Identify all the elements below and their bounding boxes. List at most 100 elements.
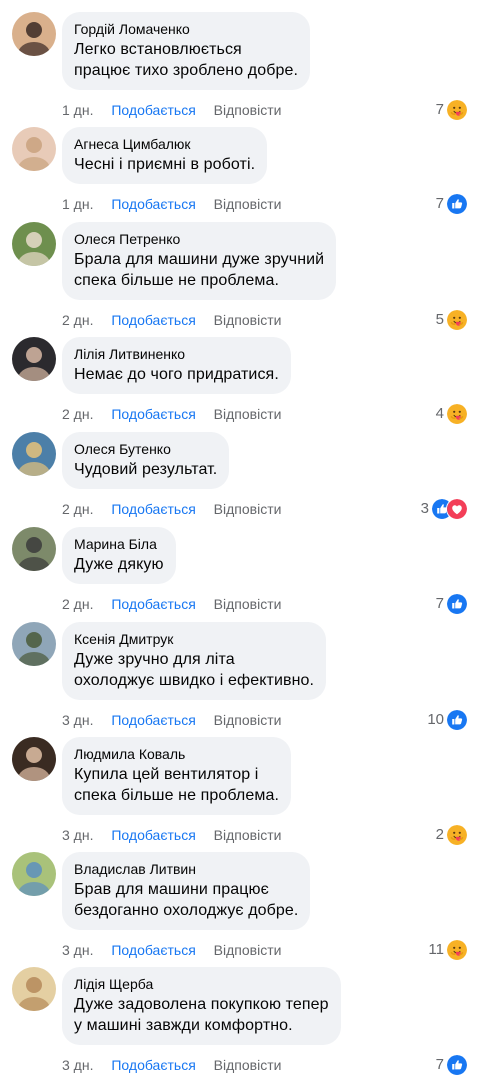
reactions-summary[interactable]: 10 [427,709,468,731]
reaction-count: 10 [427,711,444,728]
comment-time[interactable]: 3 дн. [62,825,93,845]
comment-actions: 3 дн. Подобається Відповісти [62,940,281,960]
reply-button[interactable]: Відповісти [214,499,282,519]
reactions-summary[interactable]: 7 [436,1054,468,1076]
avatar-image [12,967,56,1011]
reply-button[interactable]: Відповісти [214,710,282,730]
reactions-summary[interactable]: 7 [436,593,468,615]
comment-time[interactable]: 3 дн. [62,940,93,960]
reply-button[interactable]: Відповісти [214,1055,282,1075]
reply-button[interactable]: Відповісти [214,940,282,960]
reply-button[interactable]: Відповісти [214,100,282,120]
like-icon [446,1054,468,1076]
avatar-image [12,622,56,666]
like-button[interactable]: Подобається [111,100,195,120]
comment-actions: 2 дн. Подобається Відповісти [62,404,281,424]
comment-time[interactable]: 3 дн. [62,710,93,730]
comment-bubble: Владислав Литвин Брав для машини працює … [62,852,311,930]
like-icon [446,193,468,215]
reaction-count: 2 [435,826,444,843]
comment-bubble: Марина Біла Дуже дякую [62,527,176,584]
avatar[interactable] [12,127,56,171]
avatar[interactable] [12,432,56,476]
reply-button[interactable]: Відповісти [214,594,282,614]
reactions-summary[interactable]: 4 [436,403,468,425]
avatar[interactable] [12,852,56,896]
comment-actions: 3 дн. Подобається Відповісти [62,1055,281,1075]
comment-bubble: Агнеса Цимбалюк Чесні і приємні в роботі… [62,127,268,184]
avatar[interactable] [12,967,56,1011]
reply-button[interactable]: Відповісти [214,404,282,424]
avatar[interactable] [12,737,56,781]
comment-author[interactable]: Ксенія Дмитрук [74,630,314,648]
like-button[interactable]: Подобається [111,194,195,214]
comment-time[interactable]: 2 дн. [62,404,93,424]
comment-actions: 1 дн. Подобається Відповісти [62,194,281,214]
reaction-count: 3 [420,500,429,517]
comment-text: Чесні і приємні в роботі. [74,156,256,173]
comment-bubble: Гордій Ломаченко Легко встановлюється пр… [62,12,310,90]
comment-bubble: Лілія Литвиненко Немає до чого придратис… [62,337,291,394]
comment-author[interactable]: Людмила Коваль [74,745,279,763]
care-icon [446,99,468,121]
reaction-icons [446,709,468,731]
like-button[interactable]: Подобається [111,710,195,730]
comment-time[interactable]: 1 дн. [62,100,93,120]
comment-time[interactable]: 2 дн. [62,310,93,330]
reaction-icons [431,498,468,520]
avatar[interactable] [12,622,56,666]
like-button[interactable]: Подобається [111,1055,195,1075]
avatar[interactable] [12,527,56,571]
avatar[interactable] [12,337,56,381]
reactions-summary[interactable]: 11 [428,939,468,961]
comment-author[interactable]: Олеся Петренко [74,230,324,248]
avatar-image [12,737,56,781]
like-button[interactable]: Подобається [111,499,195,519]
comment-author[interactable]: Гордій Ломаченко [74,20,298,38]
like-button[interactable]: Подобається [111,940,195,960]
reaction-icons [446,403,468,425]
reaction-icons [446,824,468,846]
comment-time[interactable]: 3 дн. [62,1055,93,1075]
avatar-image [12,337,56,381]
reaction-count: 11 [428,941,444,958]
reactions-summary[interactable]: 2 [436,824,468,846]
care-icon [446,824,468,846]
comment-actions: 3 дн. Подобається Відповісти [62,825,281,845]
comment-time[interactable]: 2 дн. [62,594,93,614]
comment-author[interactable]: Марина Біла [74,535,164,553]
reaction-count: 7 [435,195,444,212]
reaction-count: 7 [435,595,444,612]
comment-actions: 2 дн. Подобається Відповісти [62,594,281,614]
comment-time[interactable]: 2 дн. [62,499,93,519]
like-button[interactable]: Подобається [111,404,195,424]
comment-bubble: Людмила Коваль Купила цей вентилятор і с… [62,737,291,815]
comment-bubble: Олеся Петренко Брала для машини дуже зру… [62,222,337,300]
reactions-summary[interactable]: 5 [436,309,468,331]
comment-actions: 3 дн. Подобається Відповісти [62,710,281,730]
reactions-summary[interactable]: 7 [436,99,468,121]
like-button[interactable]: Подобається [111,310,195,330]
like-button[interactable]: Подобається [111,594,195,614]
comment-text: Дуже дякую [74,556,164,573]
comment-author[interactable]: Агнеса Цимбалюк [74,135,255,153]
avatar[interactable] [12,12,56,56]
avatar-image [12,432,56,476]
reply-button[interactable]: Відповісти [214,194,282,214]
comment-bubble: Ксенія Дмитрук Дуже зручно для літа охол… [62,622,327,700]
avatar-image [12,852,56,896]
reply-button[interactable]: Відповісти [214,310,282,330]
comment-author[interactable]: Владислав Литвин [74,860,298,878]
avatar[interactable] [12,222,56,266]
comment-time[interactable]: 1 дн. [62,194,93,214]
comment-author[interactable]: Олеся Бутенко [74,440,217,458]
reactions-summary[interactable]: 3 [421,498,468,520]
like-button[interactable]: Подобається [111,825,195,845]
reply-button[interactable]: Відповісти [214,825,282,845]
reaction-icons [446,593,468,615]
comment-author[interactable]: Лілія Литвиненко [74,345,279,363]
care-icon [446,403,468,425]
reactions-summary[interactable]: 7 [436,193,468,215]
comment-text: Немає до чого придратися. [74,366,279,383]
comment-author[interactable]: Лідія Щерба [74,975,329,993]
